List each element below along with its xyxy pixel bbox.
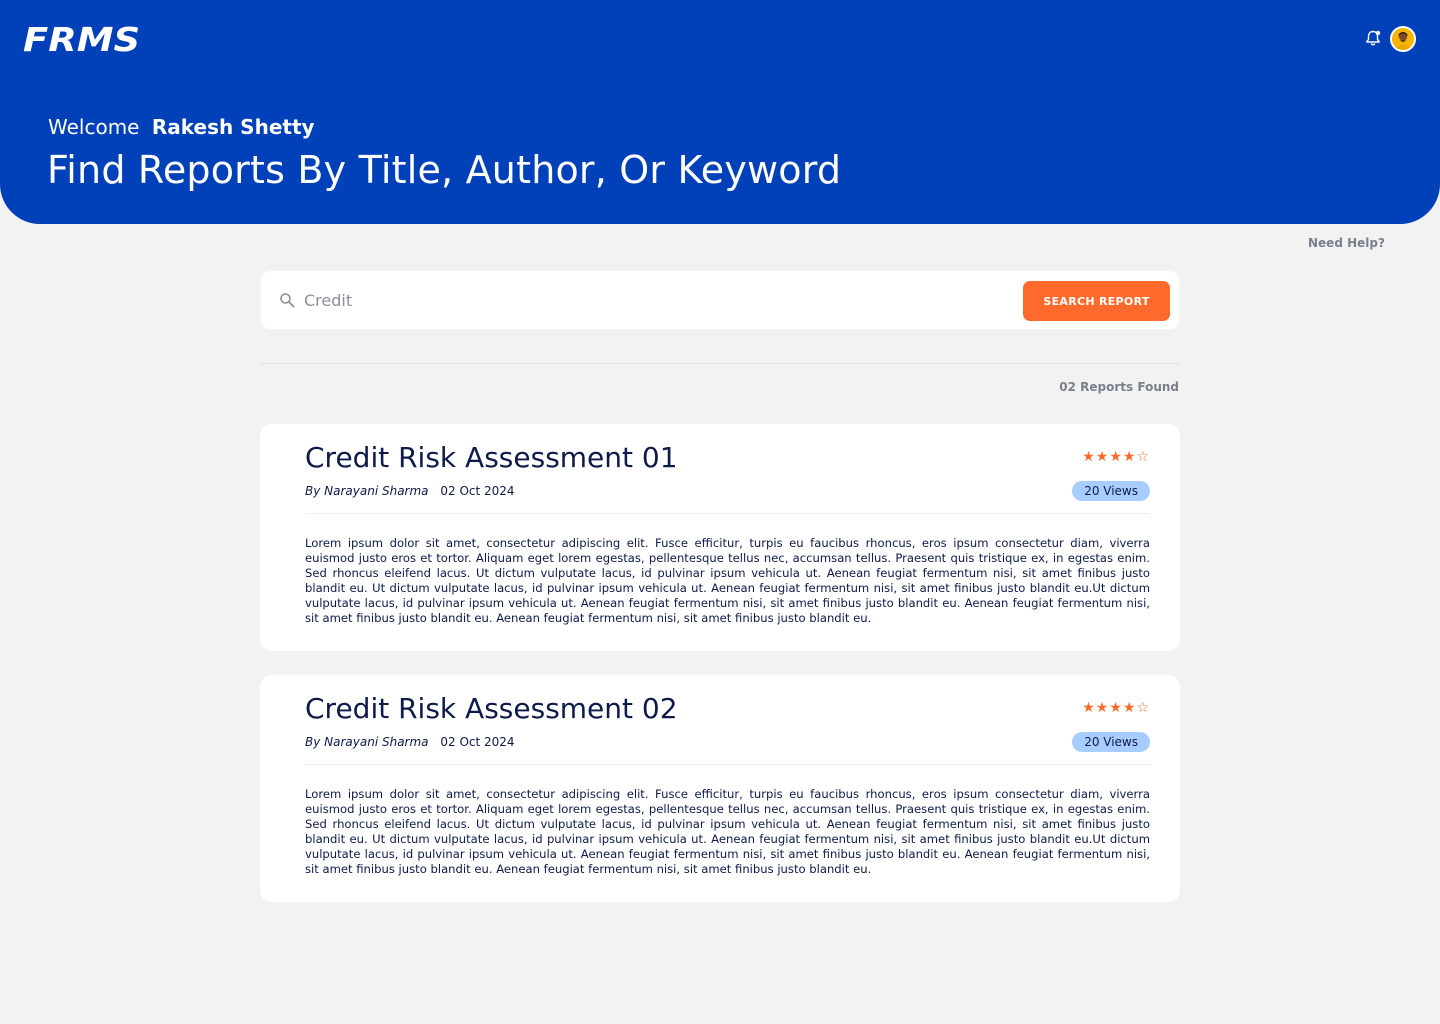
report-meta: By Narayani Sharma 02 Oct 2024 (305, 734, 515, 750)
avatar-image (1392, 28, 1414, 50)
report-date: 02 Oct 2024 (440, 735, 515, 749)
report-summary: Lorem ipsum dolor sit amet, consectetur … (305, 787, 1150, 876)
search-bar: SEARCH REPORT (261, 271, 1179, 329)
report-card[interactable]: Credit Risk Assessment 01 ★★★★☆ By Naray… (260, 424, 1180, 651)
welcome-message: Welcome Rakesh Shetty (48, 114, 315, 140)
rating-stars: ★★★★☆ (1082, 450, 1150, 464)
notification-bell-icon[interactable] (1364, 29, 1382, 47)
results-count: 02 Reports Found (1059, 380, 1179, 394)
welcome-label: Welcome (48, 115, 140, 139)
views-badge: 20 Views (1072, 481, 1150, 501)
card-divider (305, 764, 1150, 765)
report-author: By Narayani Sharma (305, 484, 429, 498)
star-icon: ★ (1095, 449, 1110, 465)
report-title[interactable]: Credit Risk Assessment 02 (305, 691, 678, 727)
search-icon (280, 293, 295, 308)
star-icon: ★ (1122, 700, 1137, 716)
need-help-link[interactable]: Need Help? (1308, 236, 1385, 250)
report-card[interactable]: Credit Risk Assessment 02 ★★★★☆ By Naray… (260, 675, 1180, 902)
search-report-button[interactable]: SEARCH REPORT (1023, 281, 1170, 321)
star-outline-icon: ☆ (1136, 449, 1150, 465)
rating-stars: ★★★★☆ (1082, 701, 1150, 715)
star-outline-icon: ☆ (1136, 700, 1150, 716)
report-title[interactable]: Credit Risk Assessment 01 (305, 440, 678, 476)
divider (261, 363, 1179, 364)
frms-logo[interactable]: FRMS (23, 22, 140, 58)
search-input[interactable] (304, 287, 944, 313)
star-icon: ★ (1095, 700, 1110, 716)
star-icon: ★ (1082, 449, 1096, 465)
report-meta: By Narayani Sharma 02 Oct 2024 (305, 483, 515, 499)
star-icon: ★ (1109, 700, 1123, 716)
star-icon: ★ (1082, 700, 1096, 716)
star-icon: ★ (1109, 449, 1123, 465)
top-header: FRMS Welcome Rakesh Shetty Find Reports … (0, 0, 1440, 224)
user-name: Rakesh Shetty (151, 115, 315, 139)
report-summary: Lorem ipsum dolor sit amet, consectetur … (305, 536, 1150, 625)
star-icon: ★ (1122, 449, 1137, 465)
card-divider (305, 513, 1150, 514)
page-title: Find Reports By Title, Author, Or Keywor… (47, 148, 842, 192)
report-author: By Narayani Sharma (305, 735, 429, 749)
views-badge: 20 Views (1072, 732, 1150, 752)
user-avatar[interactable] (1390, 26, 1416, 52)
report-date: 02 Oct 2024 (440, 484, 515, 498)
